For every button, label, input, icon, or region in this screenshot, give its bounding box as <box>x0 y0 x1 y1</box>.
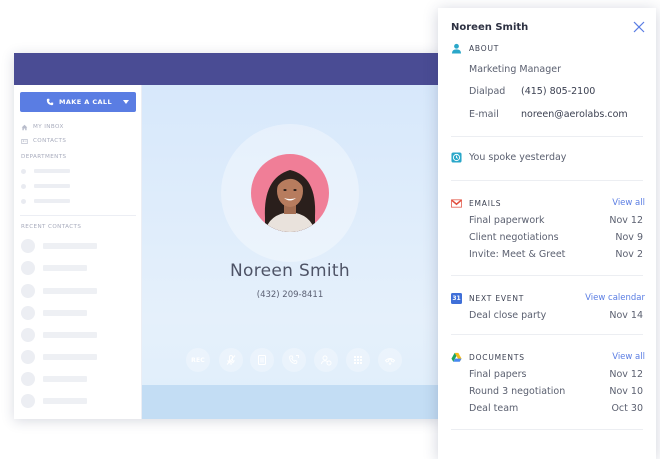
keypad-button[interactable] <box>346 348 370 372</box>
department-item[interactable] <box>21 183 70 189</box>
document-item-date: Oct 30 <box>611 403 643 414</box>
email-item-date: Nov 9 <box>615 232 643 243</box>
contact-detail-panel: Noreen Smith ABOUT Marketing Manager Dia… <box>438 8 656 459</box>
person-photo-icon <box>264 170 316 232</box>
hold-button[interactable] <box>250 348 274 372</box>
close-icon[interactable] <box>633 21 645 33</box>
panel-divider <box>451 429 643 430</box>
document-item-title[interactable]: Deal team <box>469 403 518 414</box>
about-label: ABOUT <box>469 44 500 53</box>
recent-contact-item[interactable] <box>21 261 87 275</box>
recent-contact-item[interactable] <box>21 328 97 342</box>
panel-title: Noreen Smith <box>451 22 529 33</box>
emails-label: EMAILS <box>469 199 502 208</box>
departments-heading: DEPARTMENTS <box>21 154 67 160</box>
hangup-icon <box>384 358 396 366</box>
department-item[interactable] <box>21 198 70 204</box>
next-event-label: NEXT EVENT <box>469 294 525 303</box>
recent-contact-item[interactable] <box>21 284 97 298</box>
email-item-date: Nov 12 <box>609 215 643 226</box>
panel-divider <box>451 136 643 137</box>
app-window: MAKE A CALL MY INBOX CONTACTS DEPARTMENT… <box>14 53 442 419</box>
call-area: Noreen Smith (432) 209-8411 REC <box>142 85 442 419</box>
google-drive-icon <box>451 352 462 362</box>
email-address[interactable]: noreen@aerolabs.com <box>521 109 628 120</box>
documents-section-header: DOCUMENTS <box>451 352 525 363</box>
document-item-title[interactable]: Round 3 negotiation <box>469 386 565 397</box>
transfer-icon <box>289 355 299 365</box>
document-item-title[interactable]: Final papers <box>469 369 527 380</box>
recent-contact-item[interactable] <box>21 239 97 253</box>
emails-section-header: EMAILS <box>451 198 501 209</box>
email-item-title[interactable]: Invite: Meet & Greet <box>469 249 565 260</box>
transfer-button[interactable] <box>282 348 306 372</box>
sidebar-item-label: MY INBOX <box>33 124 64 130</box>
recent-contact-item[interactable] <box>21 394 87 408</box>
view-calendar-link[interactable]: View calendar <box>585 293 645 303</box>
phone-icon <box>46 98 54 106</box>
email-item-date: Nov 2 <box>615 249 643 260</box>
panel-divider <box>451 334 643 335</box>
hold-icon <box>258 355 266 365</box>
last-spoke-text: You spoke yesterday <box>469 152 567 163</box>
panel-divider <box>451 275 643 276</box>
keypad-icon <box>354 356 362 364</box>
home-icon <box>21 124 28 130</box>
hangup-button[interactable] <box>378 348 402 372</box>
make-a-call-button[interactable]: MAKE A CALL <box>20 92 136 112</box>
recent-contacts-heading: RECENT CONTACTS <box>21 224 82 230</box>
clock-icon <box>451 152 462 163</box>
top-bar <box>14 53 442 85</box>
sidebar-item-contacts[interactable]: CONTACTS <box>21 136 66 146</box>
dialpad-number[interactable]: (415) 805-2100 <box>521 86 595 97</box>
panel-divider <box>451 180 643 181</box>
next-event-section-header: 31 NEXT EVENT <box>451 293 524 304</box>
view-all-documents-link[interactable]: View all <box>612 352 645 362</box>
document-item-date: Nov 10 <box>609 386 643 397</box>
event-item-date: Nov 14 <box>609 310 643 321</box>
rec-button[interactable]: REC <box>186 348 210 372</box>
caller-avatar <box>251 154 329 232</box>
mute-icon <box>226 355 236 365</box>
sidebar-item-label: CONTACTS <box>33 138 67 144</box>
dialpad-label: Dialpad <box>469 86 506 97</box>
call-area-footer <box>142 385 442 419</box>
add-person-icon <box>321 355 332 366</box>
view-all-emails-link[interactable]: View all <box>612 198 645 208</box>
contacts-icon <box>21 138 28 144</box>
calendar-icon: 31 <box>451 293 462 304</box>
job-title: Marketing Manager <box>469 64 562 75</box>
person-icon <box>451 43 462 54</box>
mute-button[interactable] <box>219 348 243 372</box>
about-section-header: ABOUT <box>451 43 499 54</box>
document-item-date: Nov 12 <box>609 369 643 380</box>
department-item[interactable] <box>21 168 70 174</box>
sidebar-divider <box>20 215 136 216</box>
event-item-title[interactable]: Deal close party <box>469 310 546 321</box>
sidebar: MAKE A CALL MY INBOX CONTACTS DEPARTMENT… <box>14 85 142 419</box>
caller-name: Noreen Smith <box>230 261 350 281</box>
email-item-title[interactable]: Final paperwork <box>469 215 545 226</box>
chevron-down-icon[interactable] <box>123 100 129 104</box>
recent-contact-item[interactable] <box>21 306 87 320</box>
email-label: E-mail <box>469 109 499 120</box>
sidebar-item-my-inbox[interactable]: MY INBOX <box>21 122 64 132</box>
email-item-title[interactable]: Client negotiations <box>469 232 559 243</box>
add-person-button[interactable] <box>314 348 338 372</box>
make-a-call-label: MAKE A CALL <box>59 98 113 106</box>
recent-contact-item[interactable] <box>21 350 97 364</box>
recent-contact-item[interactable] <box>21 372 87 386</box>
caller-phone: (432) 209-8411 <box>256 290 324 300</box>
rec-label: REC <box>191 356 205 364</box>
gmail-icon <box>451 199 462 208</box>
documents-label: DOCUMENTS <box>469 353 525 362</box>
